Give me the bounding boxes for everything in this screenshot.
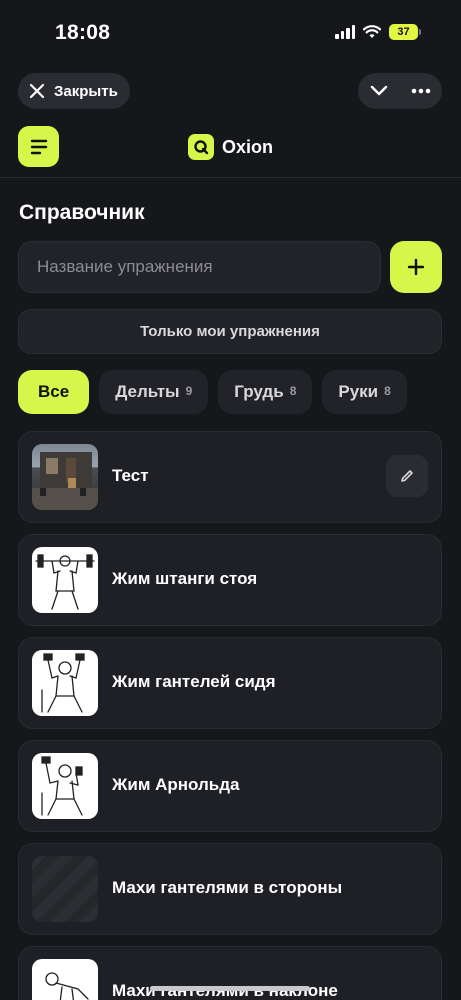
- filter-chip-chest[interactable]: Грудь 8: [218, 370, 313, 414]
- exercise-name: Жим гантелей сидя: [112, 672, 276, 691]
- edit-exercise-button[interactable]: [386, 455, 428, 497]
- browser-menu-pill: [358, 73, 442, 109]
- exercise-thumbnail: [32, 959, 98, 1000]
- exercise-card[interactable]: Махи гантелями в наклоне: [18, 946, 442, 1000]
- brand-name: Oxion: [222, 136, 274, 157]
- exercise-name: Тест: [112, 466, 149, 485]
- plus-icon: [407, 258, 425, 276]
- filter-chip-count: 9: [185, 383, 193, 398]
- brand-logo-icon: [188, 134, 214, 160]
- hamburger-menu-button[interactable]: [18, 126, 59, 167]
- filter-chip-label: Все: [38, 382, 70, 401]
- battery-level: 37: [389, 24, 418, 40]
- exercise-card[interactable]: Тест: [18, 431, 442, 523]
- exercise-name: Махи гантелями в стороны: [112, 878, 343, 897]
- add-exercise-button[interactable]: [390, 241, 442, 293]
- exercise-thumbnail: [32, 650, 98, 716]
- filter-chip-all[interactable]: Все: [18, 370, 90, 414]
- only-mine-toggle[interactable]: Только мои упражнения: [18, 309, 442, 354]
- brand: Oxion: [188, 134, 273, 160]
- cellular-signal-icon: [335, 25, 355, 39]
- close-button[interactable]: Закрыть: [18, 73, 130, 109]
- filter-chip-label: Руки: [338, 382, 379, 401]
- exercise-name: Жим Арнольда: [112, 775, 240, 794]
- search-input[interactable]: [18, 241, 381, 293]
- filter-chip-delts[interactable]: Дельты 9: [99, 370, 209, 414]
- filter-chip-count: 8: [289, 383, 297, 398]
- filter-chip-arms[interactable]: Руки 8: [322, 370, 407, 414]
- exercise-thumbnail: [32, 753, 98, 819]
- exercise-list: Тест Жим штанги стоя Жим гантелей сидя Ж…: [18, 431, 442, 1000]
- wifi-icon: [363, 25, 381, 38]
- exercise-card[interactable]: Махи гантелями в стороны: [18, 843, 442, 935]
- filter-chip-count: 8: [384, 383, 391, 398]
- filter-chip-label: Дельты: [115, 382, 180, 401]
- filter-chips: Все Дельты 9 Грудь 8 Руки 8: [18, 370, 407, 414]
- hamburger-icon: [30, 139, 47, 154]
- close-icon: [29, 83, 45, 99]
- close-label: Закрыть: [54, 82, 118, 100]
- exercise-thumbnail-placeholder: [32, 856, 98, 922]
- pencil-icon: [401, 470, 413, 482]
- chevron-down-icon[interactable]: [364, 76, 394, 106]
- exercise-name: Жим штанги стоя: [112, 569, 258, 588]
- page-title: Справочник: [19, 201, 145, 224]
- app-header: Oxion: [0, 124, 461, 178]
- home-indicator[interactable]: [150, 986, 310, 991]
- exercise-card[interactable]: Жим Арнольда: [18, 740, 442, 832]
- status-icons: 37: [335, 24, 421, 40]
- status-bar: 18:08 37: [0, 0, 461, 68]
- exercise-thumbnail: [32, 547, 98, 613]
- exercise-thumbnail: [32, 444, 98, 510]
- battery-icon: 37: [389, 24, 421, 40]
- status-time: 18:08: [55, 21, 111, 44]
- filter-chip-label: Грудь: [234, 382, 284, 401]
- exercise-card[interactable]: Жим штанги стоя: [18, 534, 442, 626]
- exercise-card[interactable]: Жим гантелей сидя: [18, 637, 442, 729]
- more-icon[interactable]: [406, 76, 436, 106]
